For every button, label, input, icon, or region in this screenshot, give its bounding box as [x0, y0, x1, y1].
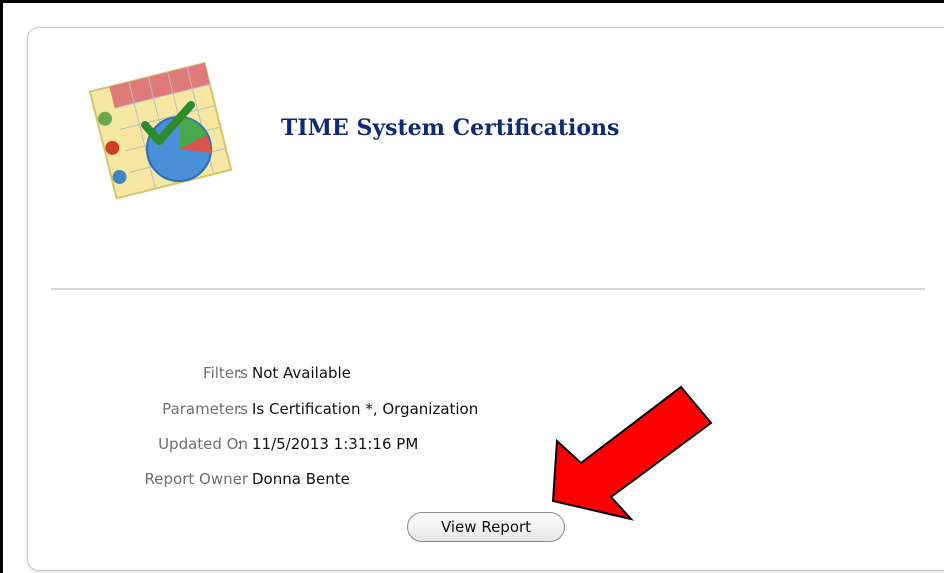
- detail-separator: :: [237, 364, 243, 382]
- detail-row-updated-on: Updated On : 11/5/2013 1:31:16 PM: [3, 435, 603, 457]
- detail-value: 11/5/2013 1:31:16 PM: [252, 435, 419, 453]
- calendar-report-icon: [88, 61, 233, 200]
- detail-label: Filters: [203, 364, 248, 382]
- detail-row-report-owner: Report Owner : Donna Bente: [3, 470, 603, 492]
- red-arrow-icon: [551, 385, 713, 521]
- detail-value: Is Certification *, Organization: [252, 400, 479, 418]
- window-frame: TIME System Certifications Filters : Not…: [0, 0, 944, 573]
- section-divider: [51, 288, 925, 290]
- view-report-button[interactable]: View Report: [407, 512, 565, 542]
- detail-value: Not Available: [252, 364, 351, 382]
- detail-label: Report Owner: [144, 470, 248, 488]
- detail-row-parameters: Parameters : Is Certification *, Organiz…: [3, 400, 603, 422]
- report-title: TIME System Certifications: [281, 115, 620, 141]
- detail-label: Parameters: [162, 400, 248, 418]
- detail-value: Donna Bente: [252, 470, 350, 488]
- detail-separator: :: [237, 470, 243, 488]
- detail-label: Updated On: [158, 435, 248, 453]
- detail-separator: :: [237, 435, 243, 453]
- detail-row-filters: Filters : Not Available: [3, 364, 603, 386]
- detail-separator: :: [237, 400, 243, 418]
